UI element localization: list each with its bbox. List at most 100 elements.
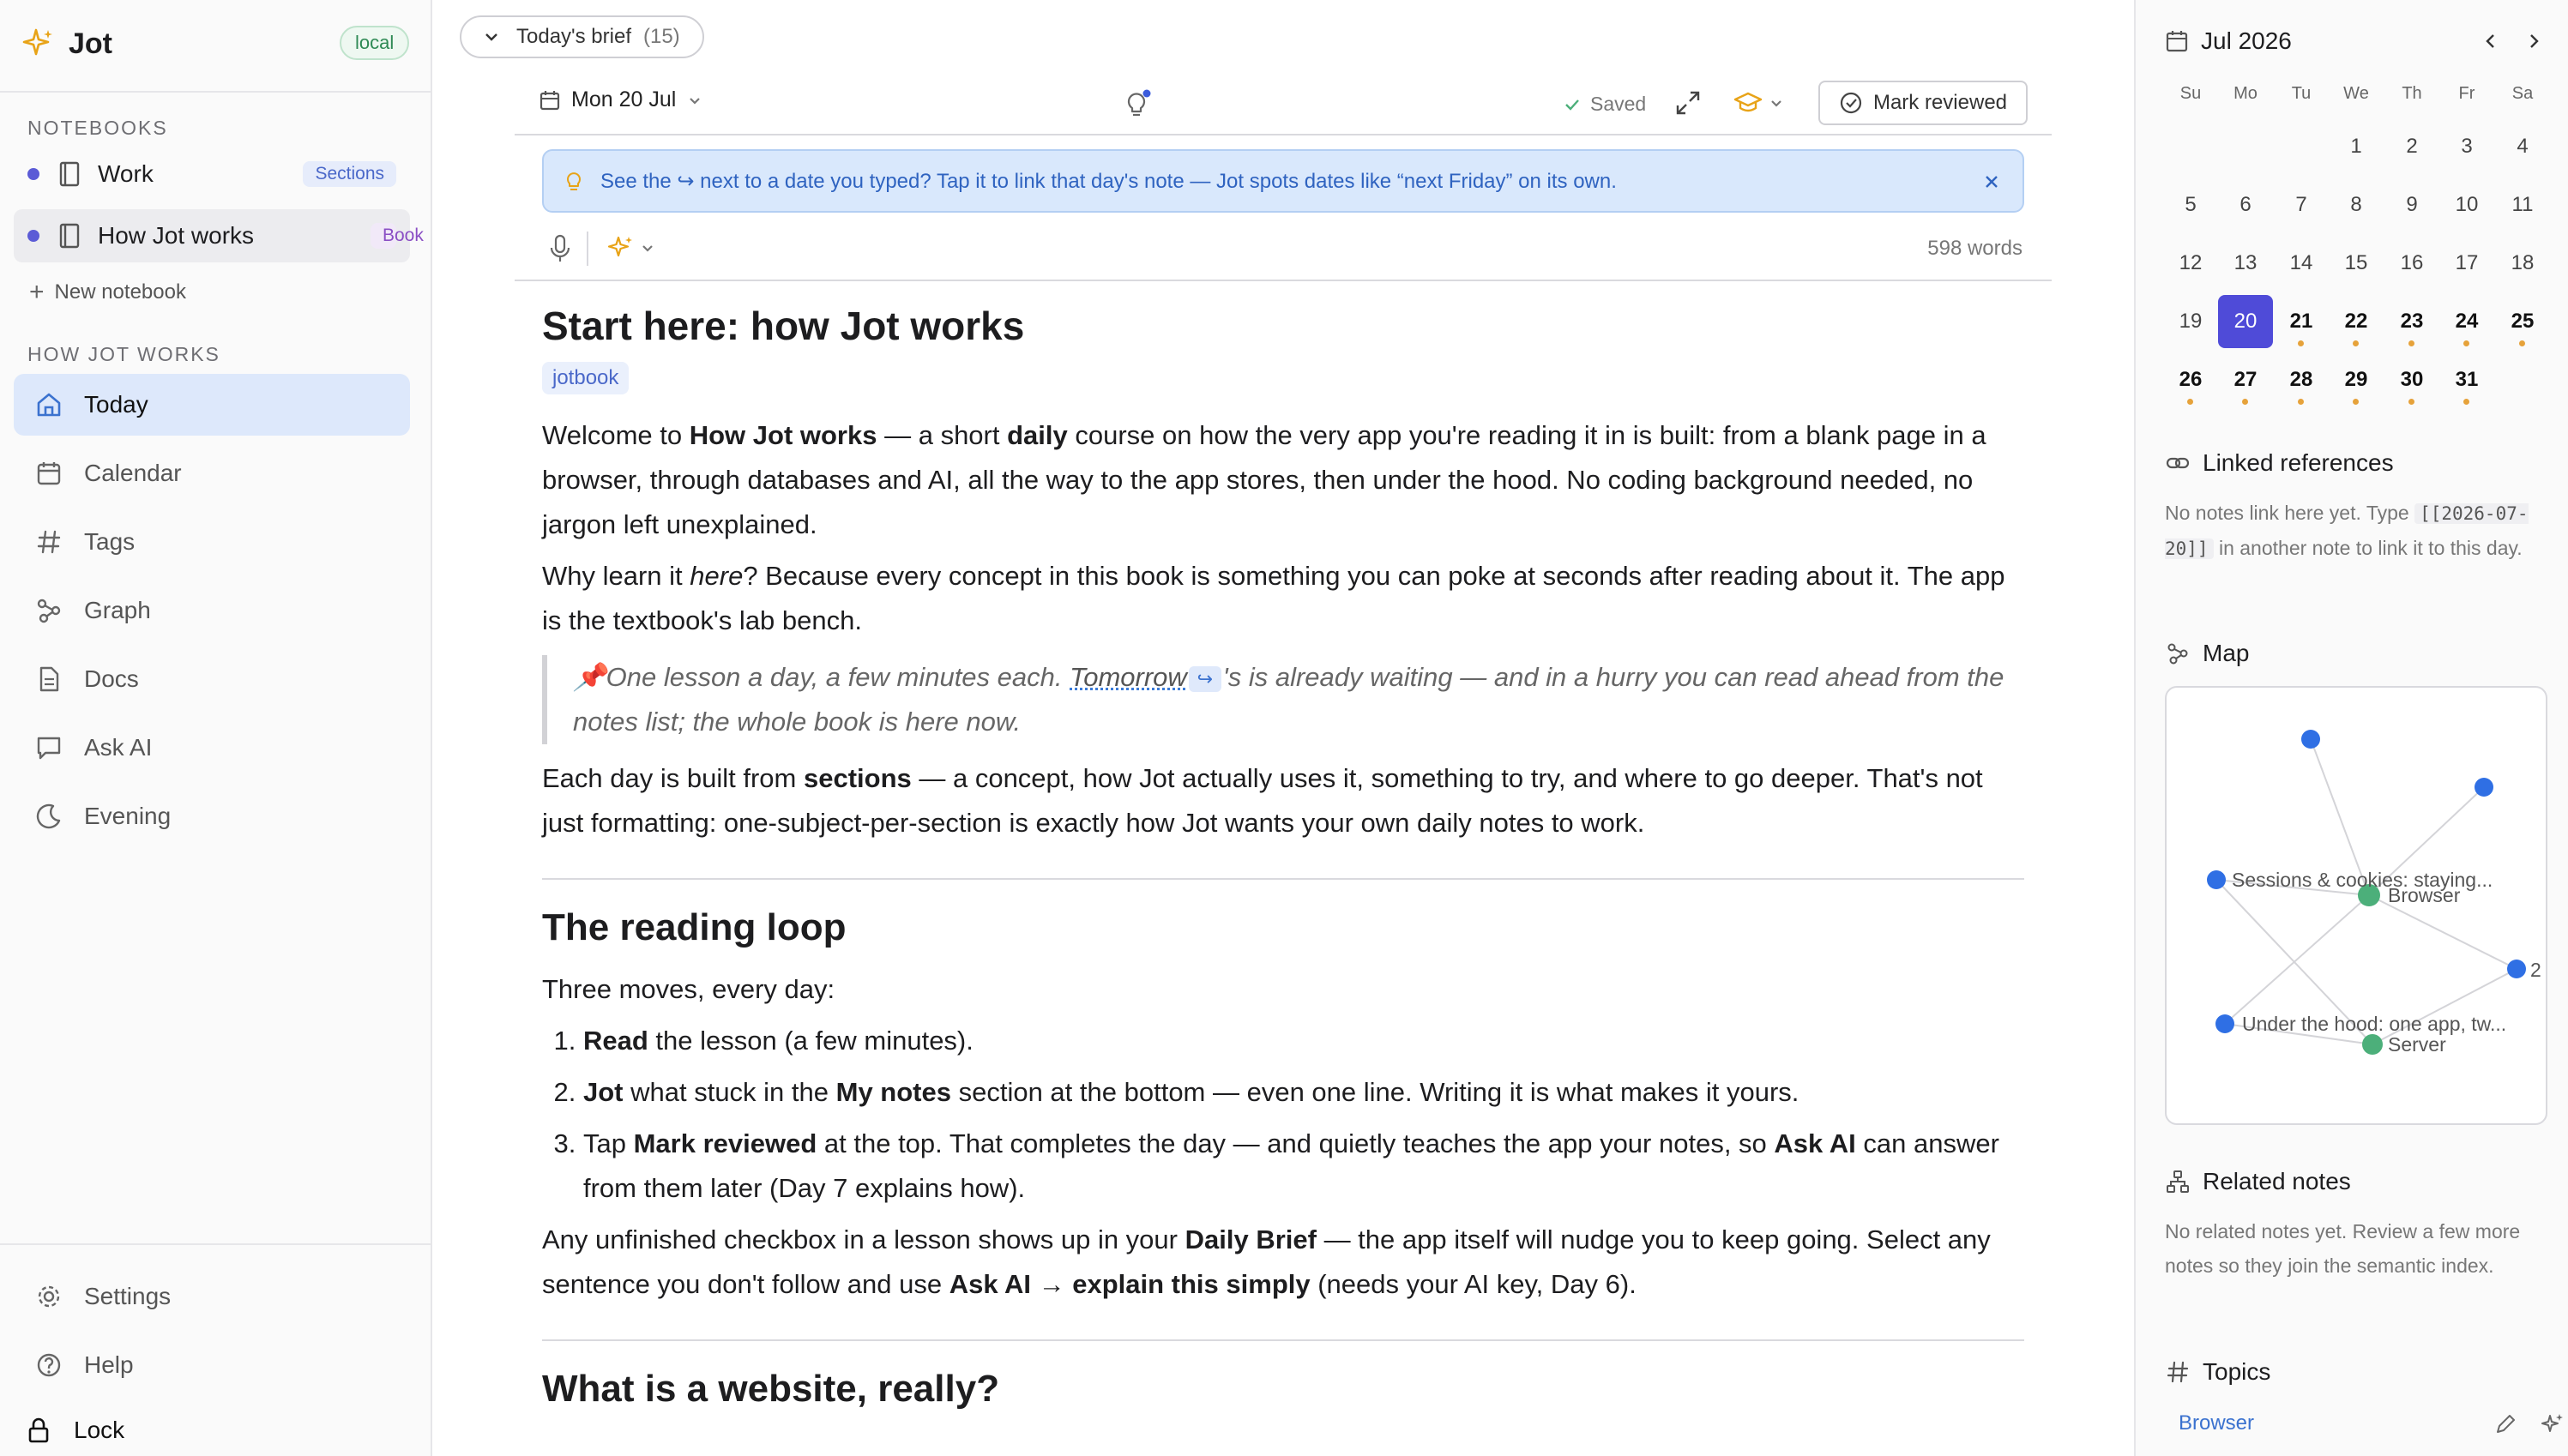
right-panel: Jul 2026 Su Mo Tu We Th Fr Sa 1 2 3 4 5 6 7 8 9 10 11 12 13…	[2134, 0, 2568, 1456]
expand-icon[interactable]	[1673, 87, 1703, 118]
calendar-day[interactable]: 22	[2329, 295, 2384, 348]
calendar-day[interactable]: 25	[2495, 295, 2550, 348]
note-indicator-dot	[2353, 399, 2359, 405]
paragraph: Welcome to How Jot works — a short daily…	[542, 420, 1986, 539]
calendar-day[interactable]: 11	[2495, 178, 2550, 232]
calendar-day[interactable]: 12	[2163, 237, 2218, 290]
nav-item-evening[interactable]: Evening	[14, 785, 410, 847]
calendar-day[interactable]: 27	[2218, 353, 2273, 406]
lock-button[interactable]: Lock	[3, 1399, 400, 1456]
study-mode-dropdown[interactable]	[1733, 87, 1784, 118]
map-node[interactable]	[2475, 778, 2493, 797]
notebook-item-work[interactable]: Work Sections	[14, 147, 410, 201]
weekday-label: Su	[2179, 84, 2202, 103]
nav-item-calendar[interactable]: Calendar	[14, 442, 410, 504]
note-map[interactable]: Sessions & cookies: staying... Browser 2…	[2165, 686, 2547, 1125]
nav-item-today[interactable]: Today	[14, 374, 410, 436]
nav-item-graph[interactable]: Graph	[14, 580, 410, 641]
calendar-day[interactable]: 17	[2439, 237, 2494, 290]
note-indicator-dot	[2187, 399, 2193, 405]
note-tag[interactable]: jotbook	[542, 362, 630, 394]
map-node-server[interactable]	[2362, 1034, 2383, 1055]
linked-references-title: Linked references	[2203, 449, 2394, 476]
calendar-day[interactable]: 10	[2439, 178, 2494, 232]
calendar-day[interactable]: 2	[2384, 120, 2439, 173]
note-indicator-dot	[2353, 340, 2359, 346]
calendar-day[interactable]: 15	[2329, 237, 2384, 290]
calendar-day[interactable]: 31	[2439, 353, 2494, 406]
calendar-day[interactable]: 19	[2163, 295, 2218, 348]
callout-quote: 📌One lesson a day, a few minutes each. T…	[542, 655, 2024, 744]
tip-text: See the ↪ next to a date you typed? Tap …	[600, 169, 1617, 193]
map-node-sessions[interactable]	[2207, 870, 2226, 889]
storage-badge: local	[340, 26, 410, 60]
ai-actions-dropdown[interactable]	[606, 233, 655, 262]
weekday-label: Tu	[2291, 84, 2312, 103]
new-notebook-button[interactable]: + New notebook	[29, 278, 186, 307]
map-node-hood[interactable]	[2215, 1014, 2234, 1033]
calendar-day[interactable]: 29	[2329, 353, 2384, 406]
map-header: Map	[2165, 640, 2249, 667]
calendar-day[interactable]: 20	[2218, 295, 2273, 348]
notebook-icon	[59, 161, 80, 187]
calendar-day[interactable]: 7	[2274, 178, 2329, 232]
mark-reviewed-button[interactable]: Mark reviewed	[1818, 81, 2028, 125]
notebook-icon	[59, 223, 80, 249]
calendar-day[interactable]: 3	[2439, 120, 2494, 173]
help-button[interactable]: Help	[14, 1334, 410, 1396]
lightbulb-icon[interactable]	[1120, 87, 1154, 122]
sparkle-icon[interactable]	[2539, 1411, 2565, 1437]
calendar-day[interactable]: 23	[2384, 295, 2439, 348]
calendar-icon	[2166, 31, 2188, 52]
link-date-chip[interactable]: ↪	[1188, 665, 1221, 692]
weekday-label: Th	[2402, 84, 2422, 103]
note-content[interactable]: Start here: how Jot works jotbook Welcom…	[542, 292, 2024, 1415]
nav-item-ask-ai[interactable]: Ask AI	[14, 717, 410, 779]
map-node[interactable]	[2301, 730, 2320, 749]
calendar-day[interactable]: 26	[2163, 353, 2218, 406]
calendar-icon	[37, 462, 61, 485]
weekday-label: Fr	[2458, 84, 2475, 103]
app-name: Jot	[69, 27, 112, 60]
calendar-day[interactable]: 1	[2329, 120, 2384, 173]
brand[interactable]: Jot	[21, 24, 112, 63]
topic-link-browser[interactable]: Browser	[2179, 1411, 2254, 1435]
settings-button[interactable]: Settings	[14, 1266, 410, 1327]
notebook-item-how-jot-works[interactable]: How Jot works Book	[14, 209, 424, 262]
pencil-icon[interactable]	[2493, 1411, 2518, 1437]
section-heading: HOW JOT WORKS	[27, 343, 220, 365]
map-node[interactable]	[2507, 960, 2526, 978]
date-picker-button[interactable]: Mon 20 Jul	[539, 87, 703, 112]
calendar-day[interactable]: 21	[2274, 295, 2329, 348]
check-icon	[1565, 99, 1579, 111]
calendar-day[interactable]: 24	[2439, 295, 2494, 348]
chevron-left-icon[interactable]	[2481, 31, 2501, 51]
calendar-day[interactable]: 9	[2384, 178, 2439, 232]
date-link[interactable]: Tomorrow	[1070, 662, 1187, 692]
notebook-type-badge: Book	[371, 223, 424, 249]
notebook-dot	[27, 230, 39, 242]
chevron-right-icon[interactable]	[2523, 31, 2544, 51]
section-divider	[542, 878, 2024, 880]
microphone-icon[interactable]	[547, 233, 573, 264]
note-indicator-dot	[2242, 399, 2248, 405]
close-icon[interactable]	[1980, 170, 2004, 194]
calendar-day[interactable]: 13	[2218, 237, 2273, 290]
calendar-day[interactable]: 4	[2495, 120, 2550, 173]
calendar-day[interactable]: 6	[2218, 178, 2273, 232]
map-graph[interactable]: Sessions & cookies: staying... Browser 2…	[2167, 688, 2547, 1125]
calendar-day[interactable]: 30	[2384, 353, 2439, 406]
todays-brief-toggle[interactable]: Today's brief (15)	[460, 15, 704, 58]
graduation-cap-icon	[1733, 92, 1763, 112]
sidebar-footer-divider	[0, 1243, 431, 1245]
calendar-day[interactable]: 5	[2163, 178, 2218, 232]
calendar-day[interactable]: 14	[2274, 237, 2329, 290]
nav-item-docs[interactable]: Docs	[14, 648, 410, 710]
calendar-day[interactable]: 16	[2384, 237, 2439, 290]
calendar-day[interactable]: 18	[2495, 237, 2550, 290]
lock-icon	[28, 1417, 49, 1443]
calendar-day[interactable]: 8	[2329, 178, 2384, 232]
calendar-day[interactable]: 28	[2274, 353, 2329, 406]
nav-item-tags[interactable]: Tags	[14, 511, 410, 573]
note-title[interactable]: Start here: how Jot works	[542, 300, 2024, 352]
